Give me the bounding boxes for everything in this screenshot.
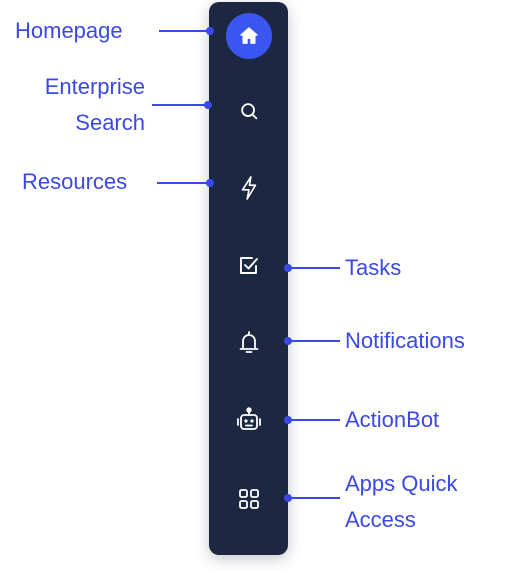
robot-icon: [236, 407, 261, 430]
bell-icon: [239, 331, 258, 353]
sidebar-nav: [209, 2, 288, 555]
checkbox-icon: [239, 257, 258, 274]
callout-line-tasks: [288, 267, 340, 269]
nav-item-tasks[interactable]: [209, 244, 288, 288]
callout-label-apps-quick-access-line1: Apps Quick: [345, 471, 458, 496]
nav-item-actionbot[interactable]: [209, 398, 288, 442]
callout-label-homepage: Homepage: [15, 18, 123, 43]
callout-dot-enterprise-search: [204, 101, 212, 109]
callout-label-notifications: Notifications: [345, 328, 465, 353]
nav-item-notifications[interactable]: [209, 321, 288, 365]
callout-line-actionbot: [288, 419, 340, 421]
nav-item-enterprise-search[interactable]: [209, 89, 288, 133]
callout-dot-resources: [206, 179, 214, 187]
callout-line-notifications: [288, 340, 340, 342]
search-icon: [240, 103, 257, 120]
callout-line-resources: [157, 182, 210, 184]
callout-label-tasks: Tasks: [345, 255, 402, 280]
home-icon: [239, 27, 258, 44]
callout-line-homepage: [159, 30, 210, 32]
grid-icon: [238, 489, 259, 509]
nav-item-apps-quick-access[interactable]: [209, 477, 288, 521]
callout-label-resources: Resources: [22, 169, 128, 194]
callout-label-apps-quick-access-line2: Access: [345, 507, 416, 532]
callout-line-enterprise-search: [152, 104, 208, 106]
callout-label-enterprise-search-line1: Enterprise: [44, 74, 145, 99]
nav-item-resources[interactable]: [209, 166, 288, 210]
callout-label-enterprise-search-line2: Search: [75, 110, 145, 135]
callout-label-actionbot: ActionBot: [345, 407, 440, 432]
nav-item-homepage[interactable]: [209, 13, 288, 59]
callout-line-apps-quick-access: [288, 497, 340, 499]
home-active-indicator: [225, 13, 272, 59]
lightning-icon: [241, 176, 256, 200]
callout-dot-homepage: [206, 27, 214, 35]
